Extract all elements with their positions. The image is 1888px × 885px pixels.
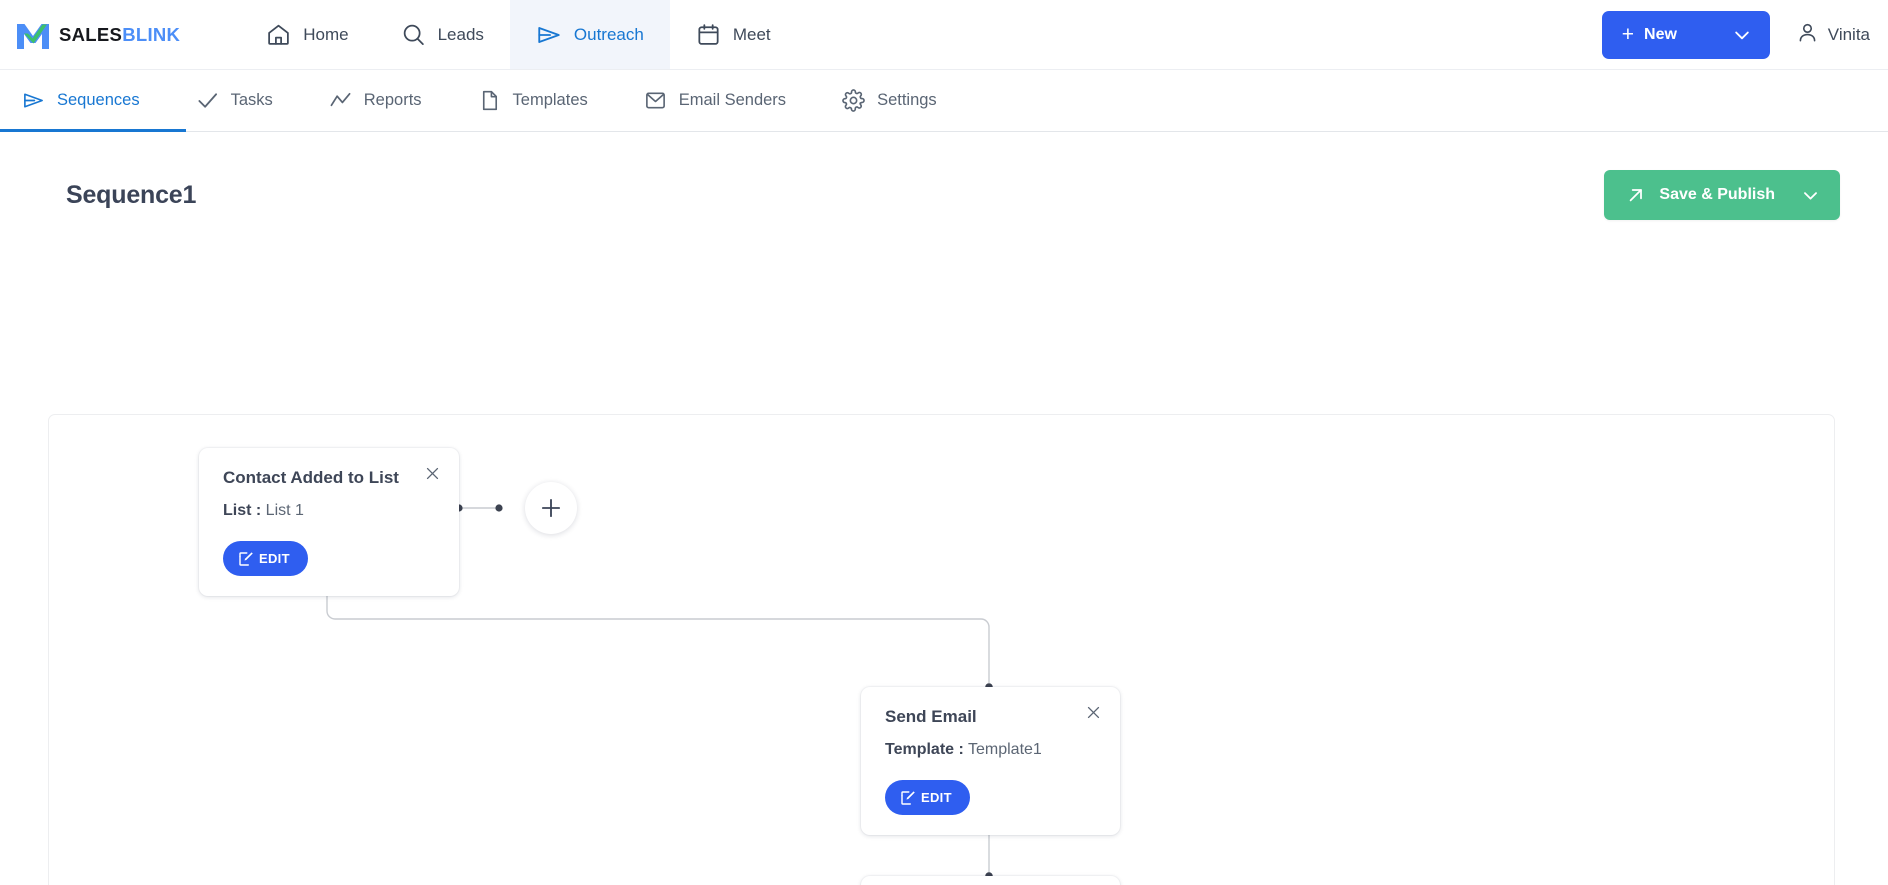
logo-text-sales: SALES: [59, 23, 123, 45]
edit-button[interactable]: EDIT: [223, 541, 308, 577]
node-field: List : List 1: [223, 499, 437, 523]
home-icon: [266, 22, 291, 47]
plus-icon: +: [1621, 23, 1635, 46]
subnav-item-reports[interactable]: Reports: [301, 70, 450, 131]
subnav-item-tasks[interactable]: Tasks: [168, 70, 301, 131]
subnav-item-email-senders[interactable]: Email Senders: [616, 70, 814, 131]
node-field-label: List :: [223, 502, 262, 520]
nav-item-leads[interactable]: Leads: [375, 0, 510, 69]
subnav-label-reports: Reports: [363, 91, 422, 109]
chevron-down-icon[interactable]: [1720, 25, 1768, 45]
user-menu[interactable]: Vinita: [1796, 21, 1870, 49]
node-title: Contact Added to List: [223, 468, 399, 487]
node-field-value: List 1: [265, 502, 304, 520]
new-button[interactable]: + New: [1601, 10, 1770, 59]
subnav-item-templates[interactable]: Templates: [450, 70, 616, 131]
add-step-button[interactable]: [525, 482, 577, 534]
nav-item-home[interactable]: Home: [240, 0, 374, 69]
calendar-icon: [696, 22, 721, 47]
document-icon: [478, 89, 501, 112]
gear-icon: [842, 89, 865, 112]
subnav-label-email-senders: Email Senders: [678, 91, 787, 109]
node-field-label: Template :: [885, 741, 964, 759]
primary-navigation: Home Leads Outreach Meet: [240, 0, 796, 69]
node-field: Template : Template1: [885, 738, 1098, 762]
save-and-publish-button[interactable]: Save & Publish: [1604, 170, 1840, 220]
send-plane-icon: [22, 89, 45, 112]
subnav-label-templates: Templates: [512, 91, 588, 109]
arrow-up-right-icon: [1626, 185, 1646, 205]
sequence-flow-canvas[interactable]: Contact Added to List List : List 1 EDIT: [48, 414, 1835, 885]
envelope-icon: [644, 89, 667, 112]
nav-label-home: Home: [303, 24, 349, 44]
top-header: SALESBLINK Home Leads Outreach Meet + Ne…: [0, 0, 1888, 70]
nav-label-meet: Meet: [732, 24, 771, 44]
save-and-publish-label: Save & Publish: [1659, 186, 1775, 203]
nav-item-meet[interactable]: Meet: [670, 0, 797, 69]
edit-button-label: EDIT: [921, 790, 952, 806]
search-icon: [401, 22, 426, 47]
flow-node-contact-added-to-list[interactable]: Contact Added to List List : List 1 EDIT: [199, 448, 459, 597]
subnav-item-settings[interactable]: Settings: [814, 70, 965, 131]
close-icon[interactable]: [1082, 701, 1104, 723]
page-title: Sequence1: [66, 180, 197, 209]
flow-node-if-else[interactable]: If/Else If - Else Condition: Email Opene…: [861, 876, 1120, 885]
chevron-down-icon[interactable]: [1775, 186, 1836, 205]
flow-node-send-email[interactable]: Send Email Template : Template1 EDIT: [861, 687, 1120, 836]
plus-icon: [541, 498, 561, 518]
salesblink-checkmark-logo: [17, 23, 49, 49]
subnav-item-sequences[interactable]: Sequences: [0, 70, 168, 131]
user-name: Vinita: [1827, 24, 1870, 44]
trend-line-icon: [329, 89, 352, 112]
node-field-value: Template1: [967, 741, 1042, 759]
pencil-square-icon: [237, 550, 255, 568]
secondary-navigation: Sequences Tasks Reports Templates Email …: [0, 70, 1888, 132]
app-logo[interactable]: SALESBLINK: [0, 0, 190, 69]
edit-button-label: EDIT: [259, 551, 290, 567]
check-icon: [196, 89, 219, 112]
page-header: Sequence1 Save & Publish: [0, 132, 1888, 220]
logo-wordmark: SALESBLINK: [59, 24, 180, 46]
header-actions: + New Vinita: [1601, 0, 1888, 69]
nav-label-outreach: Outreach: [573, 24, 644, 44]
nav-label-leads: Leads: [437, 24, 484, 44]
flow-canvas-inner: Contact Added to List List : List 1 EDIT: [49, 415, 1834, 885]
node-title: Send Email: [885, 707, 977, 726]
edit-button[interactable]: EDIT: [885, 780, 970, 816]
close-icon[interactable]: [421, 462, 443, 484]
logo-text-blink: BLINK: [122, 23, 181, 45]
subnav-label-tasks: Tasks: [230, 91, 273, 109]
page-body: Sequence1 Save & Publish Contact Added t…: [0, 132, 1888, 885]
user-icon: [1796, 21, 1819, 49]
nav-item-outreach[interactable]: Outreach: [509, 0, 670, 69]
pencil-square-icon: [899, 789, 917, 807]
subnav-label-settings: Settings: [877, 91, 937, 109]
send-plane-icon: [536, 22, 562, 48]
new-button-label: New: [1644, 25, 1677, 43]
subnav-label-sequences: Sequences: [57, 91, 140, 109]
